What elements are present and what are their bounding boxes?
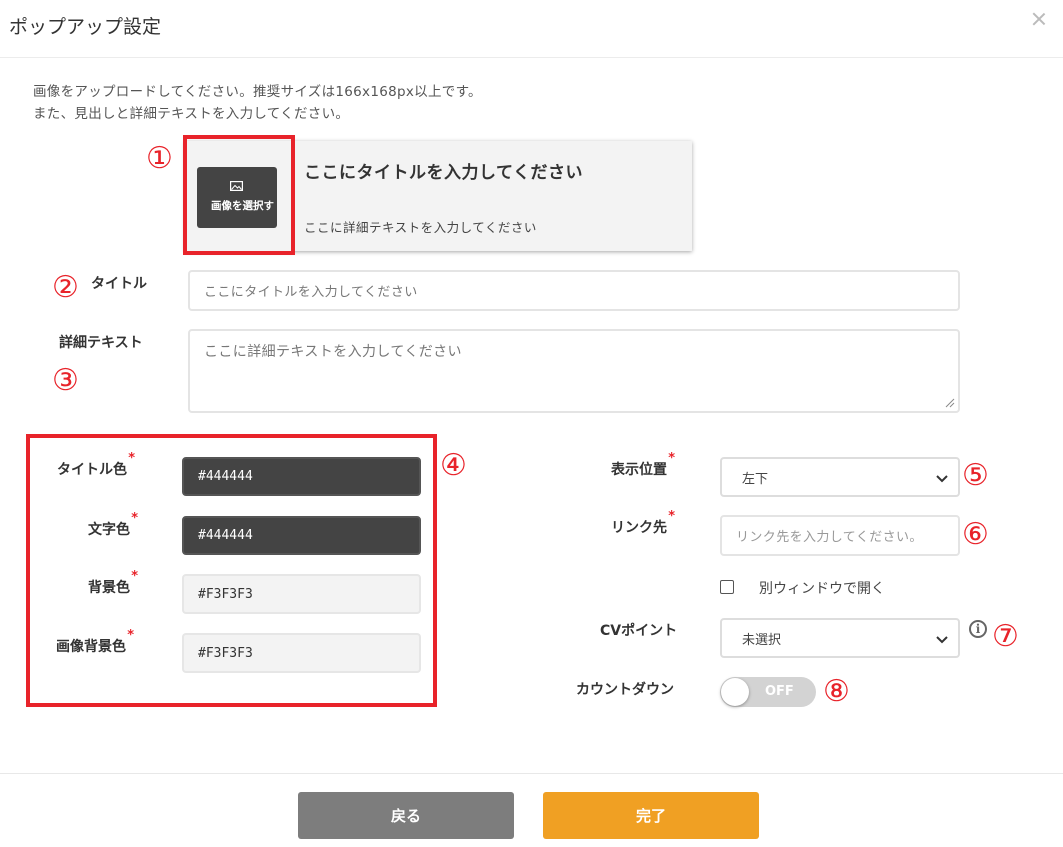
bg-color-label: 背景色 * (88, 569, 138, 597)
annotation-marker-1: ① (146, 141, 173, 176)
annotation-marker-5: ⑤ (962, 458, 989, 493)
preview-text: ここに詳細テキストを入力してください (304, 220, 537, 235)
back-button[interactable]: 戻る (298, 792, 514, 839)
countdown-toggle[interactable]: OFF (720, 677, 816, 707)
annotation-box-1 (183, 135, 295, 255)
cv-point-value: 未選択 (742, 632, 782, 648)
required-mark: * (668, 509, 675, 524)
title-color-label: タイトル色 * (57, 451, 135, 479)
detail-text-placeholder: ここに詳細テキストを入力してください (204, 344, 462, 360)
link-input[interactable]: リンク先を入力してください。 (720, 515, 960, 556)
text-color-input[interactable]: #444444 (182, 516, 421, 555)
title-color-label-text: タイトル色 (57, 462, 127, 478)
image-bg-color-input[interactable]: #F3F3F3 (182, 633, 421, 673)
new-window-label: 別ウィンドウで開く (759, 581, 885, 597)
preview-title: ここにタイトルを入力してください (304, 163, 583, 183)
bg-color-label-text: 背景色 (88, 580, 130, 596)
required-mark: * (131, 511, 138, 526)
cv-point-select[interactable]: 未選択 (720, 618, 960, 658)
bg-color-input[interactable]: #F3F3F3 (182, 574, 421, 614)
header-divider (0, 57, 1063, 58)
display-position-label: 表示位置 * (611, 451, 675, 479)
dialog-title: ポップアップ設定 (9, 16, 162, 38)
footer-divider (0, 773, 1063, 774)
description-line-2: また、見出しと詳細テキストを入力してください。 (33, 106, 350, 122)
chevron-down-icon (936, 636, 948, 644)
image-bg-color-label-text: 画像背景色 (56, 639, 126, 655)
link-label: リンク先 * (611, 509, 675, 537)
required-mark: * (127, 628, 134, 643)
description-line-1: 画像をアップロードしてください。推奨サイズは166x168px以上です。 (33, 84, 482, 100)
detail-text-label: 詳細テキスト (59, 335, 143, 351)
title-color-input[interactable]: #444444 (182, 457, 421, 496)
annotation-marker-6: ⑥ (962, 517, 989, 552)
required-mark: * (128, 451, 135, 466)
display-position-select[interactable]: 左下 (720, 457, 960, 497)
link-label-text: リンク先 (611, 520, 667, 536)
display-position-value: 左下 (742, 471, 769, 487)
required-mark: * (668, 451, 675, 466)
new-window-checkbox[interactable] (720, 580, 734, 594)
close-icon[interactable] (1030, 10, 1048, 28)
info-icon[interactable]: i (969, 620, 987, 638)
countdown-label: カウントダウン (576, 682, 674, 698)
display-position-label-text: 表示位置 (611, 462, 667, 478)
toggle-knob (721, 678, 749, 706)
text-color-label: 文字色 * (88, 511, 138, 539)
chevron-down-icon (936, 475, 948, 483)
countdown-toggle-state: OFF (765, 684, 794, 699)
image-bg-color-label: 画像背景色 * (56, 628, 134, 656)
detail-text-textarea[interactable]: ここに詳細テキストを入力してください (188, 329, 960, 413)
annotation-marker-4: ④ (440, 448, 467, 483)
annotation-marker-3: ③ (52, 363, 79, 398)
text-color-label-text: 文字色 (88, 522, 130, 538)
title-label: タイトル (91, 276, 147, 292)
annotation-marker-8: ⑧ (823, 674, 850, 709)
resize-grip-icon[interactable] (945, 398, 955, 408)
title-input[interactable]: ここにタイトルを入力してください (188, 270, 960, 311)
cv-point-label: CVポイント (600, 623, 678, 639)
annotation-marker-7: ⑦ (992, 619, 1019, 654)
annotation-marker-2: ② (52, 270, 79, 305)
done-button[interactable]: 完了 (543, 792, 759, 839)
required-mark: * (131, 569, 138, 584)
